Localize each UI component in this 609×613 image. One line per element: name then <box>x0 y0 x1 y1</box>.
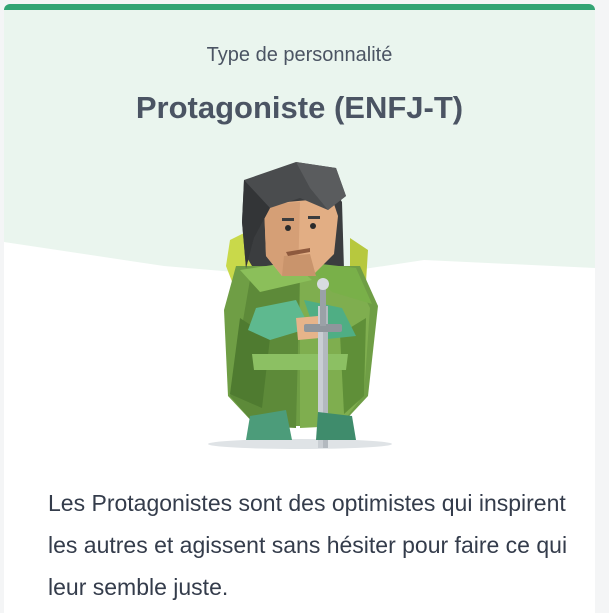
personality-card: Type de personnalité Protagoniste (ENFJ-… <box>4 4 595 613</box>
protagonist-knight-icon <box>208 162 392 449</box>
page-title: Protagoniste (ENFJ-T) <box>135 90 464 125</box>
personality-type-label: Type de personnalité <box>206 44 393 66</box>
personality-description: Les Protagonistes sont des optimistes qu… <box>48 490 568 600</box>
